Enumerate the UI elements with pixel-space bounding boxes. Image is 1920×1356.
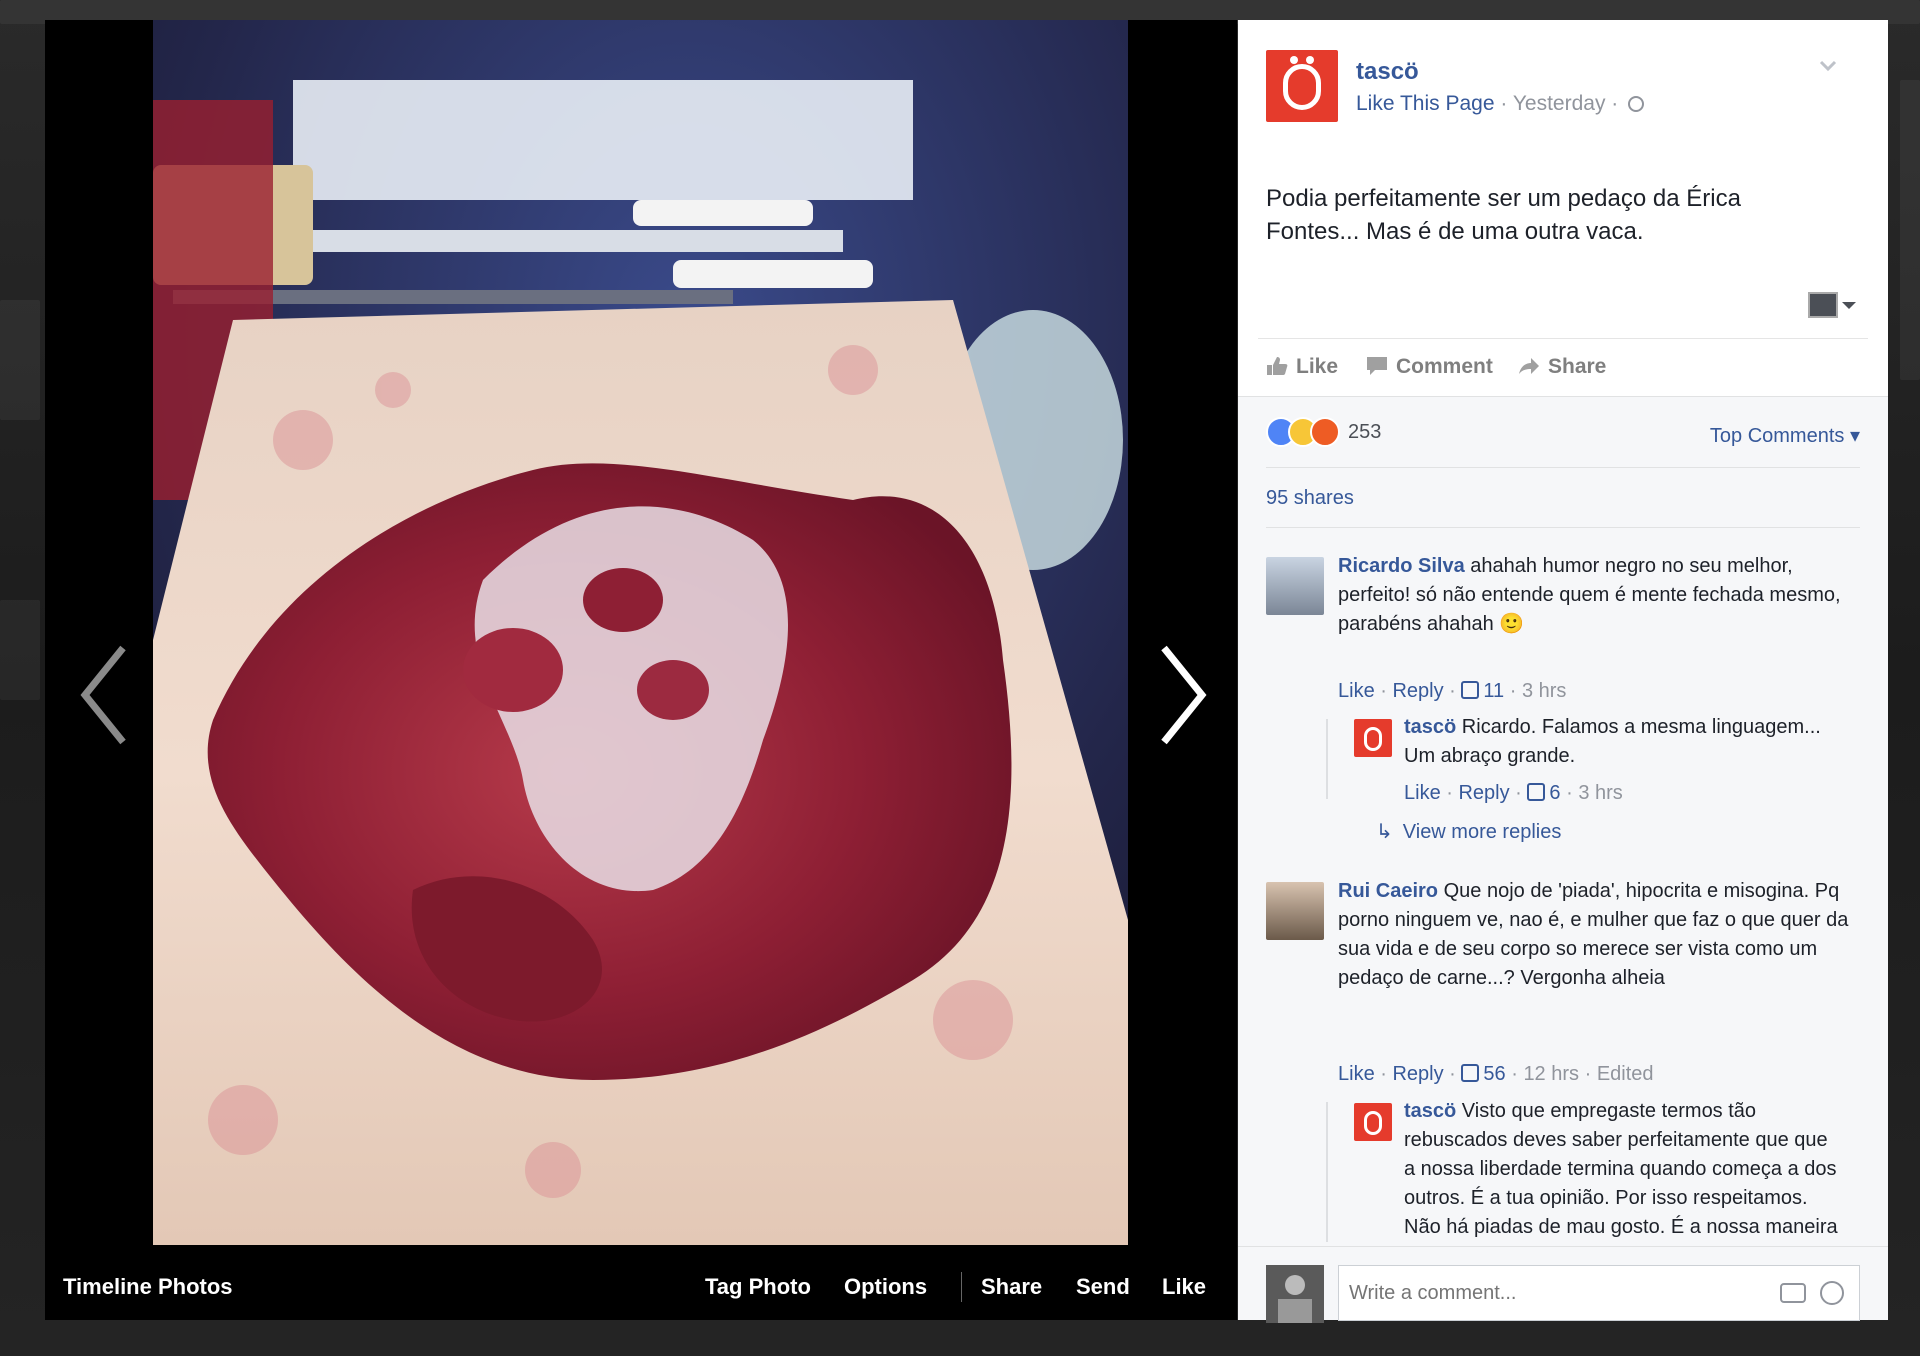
- post-panel: tascö Like This Page · Yesterday · Podia…: [1238, 20, 1888, 1323]
- share-button[interactable]: Share: [1518, 355, 1606, 379]
- comment-time[interactable]: 12 hrs: [1523, 1063, 1579, 1085]
- share-photo-button[interactable]: Share: [981, 1274, 1042, 1300]
- view-more-label: View more replies: [1402, 821, 1562, 843]
- reply-like-count[interactable]: 6: [1549, 782, 1560, 804]
- comment-reply-link[interactable]: Reply: [1392, 1063, 1443, 1085]
- post-timestamp[interactable]: Yesterday: [1513, 92, 1606, 115]
- like-label: Like: [1296, 355, 1339, 378]
- divider: [1266, 527, 1860, 528]
- reaction-count[interactable]: 253: [1348, 421, 1381, 444]
- reactions-summary[interactable]: 253 Top Comments ▾: [1266, 417, 1860, 451]
- thumbs-up-icon: [1527, 783, 1546, 801]
- photo-action-bar: Timeline Photos Tag Photo Options Share …: [45, 1260, 1237, 1320]
- bar-divider: [961, 1272, 962, 1302]
- top-comments-dropdown[interactable]: Top Comments ▾: [1710, 423, 1860, 448]
- next-photo-button[interactable]: [1152, 640, 1212, 750]
- send-photo-button[interactable]: Send: [1076, 1274, 1130, 1300]
- comment-time[interactable]: 3 hrs: [1522, 680, 1566, 702]
- reply-like-link[interactable]: Like: [1404, 782, 1441, 804]
- photo-theater: Timeline Photos Tag Photo Options Share …: [45, 20, 1237, 1320]
- comment-composer: [1238, 1246, 1888, 1323]
- page-avatar[interactable]: [1266, 50, 1338, 122]
- comment-like-link[interactable]: Like: [1338, 1063, 1375, 1085]
- reply-avatar[interactable]: [1354, 1103, 1392, 1141]
- comment-meta: Like · Reply · 56 · 12 hrs · Edited: [1338, 1063, 1654, 1085]
- reply-author[interactable]: tascö: [1404, 1100, 1456, 1122]
- post-photo: [153, 20, 1128, 1245]
- tag-photo-button[interactable]: Tag Photo: [705, 1274, 811, 1300]
- divider: [1266, 467, 1860, 468]
- commenter-avatar[interactable]: [1266, 882, 1324, 940]
- like-photo-button[interactable]: Like: [1162, 1274, 1206, 1300]
- like-page-link[interactable]: Like This Page: [1356, 92, 1495, 115]
- post-action-row: Like Comment Share: [1258, 338, 1868, 388]
- comment-like-count[interactable]: 11: [1483, 680, 1504, 702]
- reply-body: tascö Visto que empregaste termos tão re…: [1404, 1097, 1844, 1246]
- thumbs-up-icon: [1267, 357, 1288, 375]
- reply-body: tascö Ricardo. Falamos a mesma linguagem…: [1404, 713, 1854, 771]
- post-text: Podia perfeitamente ser um pedaço da Éri…: [1266, 185, 1741, 245]
- reply-text: Visto que empregaste termos tão rebuscad…: [1404, 1100, 1838, 1246]
- reply-reply-link[interactable]: Reply: [1458, 782, 1509, 804]
- reply-time[interactable]: 3 hrs: [1578, 782, 1622, 804]
- reply-author[interactable]: tascö: [1404, 716, 1456, 738]
- emoji-icon[interactable]: [1820, 1281, 1844, 1305]
- album-link[interactable]: Timeline Photos: [63, 1274, 233, 1300]
- comment-author[interactable]: Rui Caeiro: [1338, 880, 1438, 902]
- globe-icon: [1628, 96, 1645, 112]
- camera-icon[interactable]: [1780, 1283, 1806, 1303]
- angry-reaction-icon: [1310, 417, 1340, 447]
- comment-body: Rui Caeiro Que nojo de 'piada', hipocrit…: [1338, 877, 1858, 993]
- shares-count[interactable]: 95 shares: [1266, 487, 1354, 510]
- thumbs-up-icon: [1461, 681, 1480, 699]
- comment-icon: [1367, 357, 1387, 375]
- page-name-link[interactable]: tascö: [1356, 58, 1419, 86]
- view-more-replies-link[interactable]: ↳ View more replies: [1376, 819, 1561, 844]
- audience-selector-icon[interactable]: [1808, 292, 1838, 318]
- share-label: Share: [1548, 355, 1607, 378]
- reply-arrow-icon: ↳: [1376, 821, 1393, 843]
- comment-button[interactable]: Comment: [1366, 355, 1493, 379]
- reply-text: Ricardo. Falamos a mesma linguagem... Um…: [1404, 716, 1821, 767]
- reply-meta: Like · Reply · 6 · 3 hrs: [1404, 782, 1623, 804]
- chevron-down-icon[interactable]: [1818, 56, 1838, 76]
- reply-thread-line: [1326, 1102, 1328, 1242]
- comment-meta: Like · Reply · 11 · 3 hrs: [1338, 680, 1567, 702]
- meat-photo-illustration: [153, 20, 1128, 1245]
- reply-avatar[interactable]: [1354, 719, 1392, 757]
- current-user-avatar: [1266, 1265, 1324, 1323]
- comment-author[interactable]: Ricardo Silva: [1338, 555, 1465, 577]
- share-arrow-icon: [1519, 358, 1539, 374]
- commenter-avatar[interactable]: [1266, 557, 1324, 615]
- comment-like-link[interactable]: Like: [1338, 680, 1375, 702]
- meta-separator: ·: [1605, 92, 1625, 115]
- like-button[interactable]: Like: [1266, 355, 1338, 379]
- comment-body: Ricardo Silva ahahah humor negro no seu …: [1338, 552, 1858, 639]
- comment-reply-link[interactable]: Reply: [1392, 680, 1443, 702]
- comments-area: 253 Top Comments ▾ 95 shares Ricardo Sil…: [1238, 396, 1888, 1246]
- options-button[interactable]: Options: [844, 1274, 927, 1300]
- comment-label: Comment: [1396, 355, 1493, 378]
- reply-thread-line: [1326, 719, 1328, 799]
- chevron-right-icon: [1161, 645, 1207, 745]
- thumbs-up-icon: [1461, 1064, 1480, 1082]
- meta-separator: ·: [1494, 92, 1513, 115]
- chevron-left-icon: [80, 645, 126, 745]
- comment-like-count[interactable]: 56: [1483, 1063, 1505, 1085]
- previous-photo-button[interactable]: [75, 640, 135, 750]
- post-meta: Like This Page · Yesterday ·: [1356, 92, 1645, 116]
- comment-edited[interactable]: Edited: [1597, 1063, 1654, 1085]
- caret-down-icon[interactable]: [1842, 302, 1856, 309]
